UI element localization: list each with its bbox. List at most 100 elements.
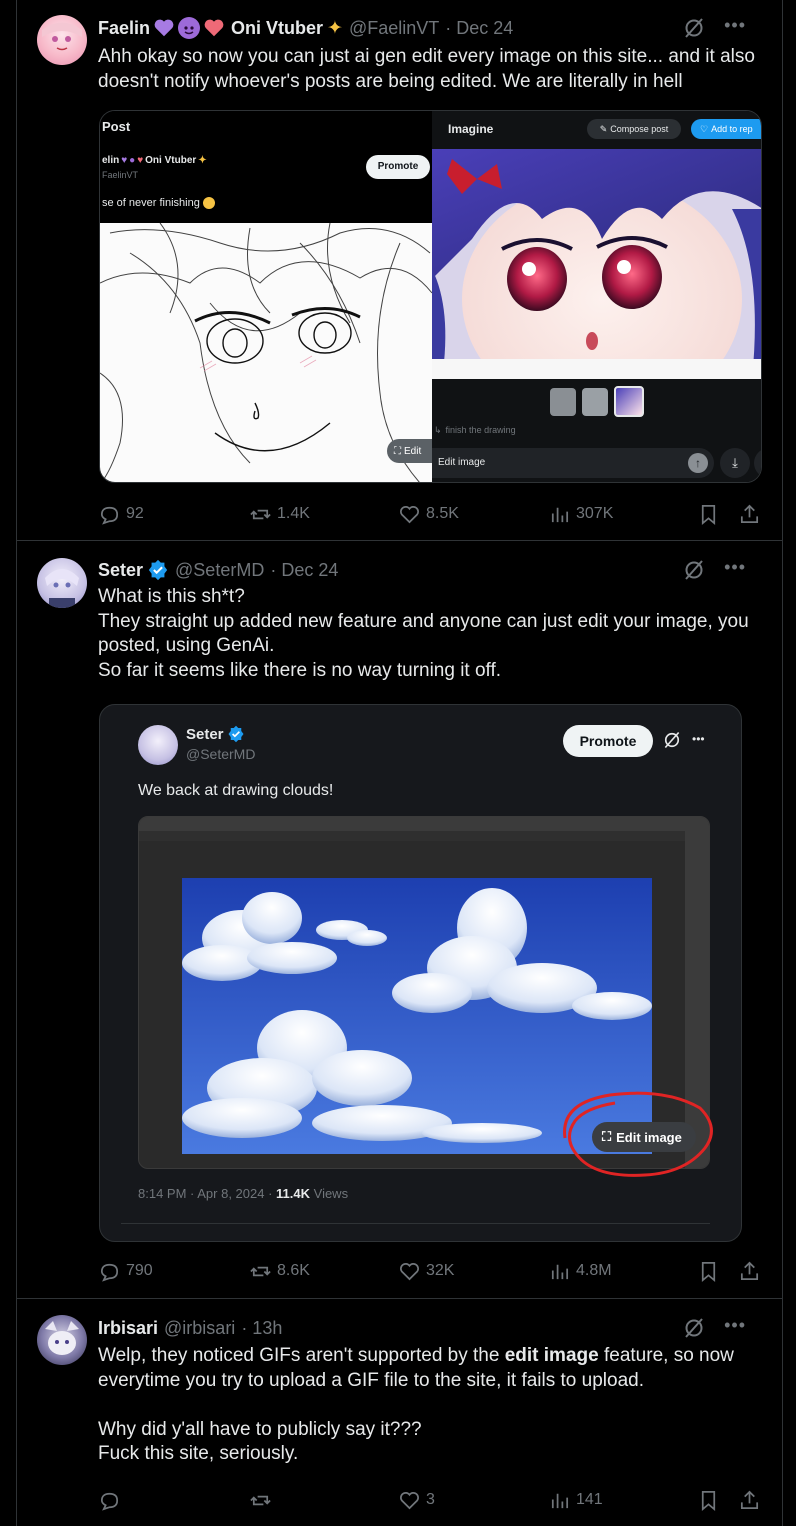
- grok-icon[interactable]: [682, 558, 706, 582]
- timeline-column: Faelin Oni Vtuber ✦ @FaelinVT · Dec 24 •…: [16, 0, 783, 1526]
- display-name[interactable]: Irbisari: [98, 1318, 158, 1339]
- verified-badge-icon: [148, 559, 168, 581]
- repost-button[interactable]: [249, 1487, 277, 1513]
- bookmark-button[interactable]: [697, 1258, 725, 1284]
- tweet-text: What is this sh*t? They straight up adde…: [98, 586, 749, 681]
- devil-face-icon: [178, 17, 201, 39]
- tweet-text: Ahh okay so now you can just ai gen edit…: [98, 46, 755, 92]
- display-name[interactable]: Seter: [98, 560, 143, 581]
- panel-handle: FaelinVT: [102, 170, 139, 180]
- reply-button[interactable]: 790: [98, 1258, 153, 1284]
- timestamp[interactable]: · Dec 24: [270, 560, 338, 581]
- reply-icon: [100, 506, 119, 525]
- panel-user: elin: [102, 155, 120, 166]
- more-options-icon[interactable]: •••: [724, 1316, 746, 1334]
- grok-icon[interactable]: [682, 1316, 706, 1340]
- sparkles-icon: ✦: [198, 155, 207, 166]
- reply-icon: ♡: [700, 123, 709, 134]
- like-button[interactable]: 8.5K: [398, 501, 459, 527]
- panel-user-suffix: Oni Vtuber: [145, 155, 197, 166]
- avatar[interactable]: [37, 15, 87, 65]
- repost-icon: [250, 1495, 271, 1505]
- tweet-media[interactable]: Post elin ♥ ● ♥ Oni Vtuber ✦ FaelinVT Pr…: [99, 110, 762, 483]
- reply-icon: ↳: [434, 425, 442, 435]
- quoted-name: Seter: [186, 725, 224, 743]
- red-circle-annotation: [563, 1091, 713, 1177]
- thumbnail-2[interactable]: [582, 388, 608, 416]
- quoted-tweet-image[interactable]: Seter @SeterMD Promote ••• We back at dr…: [99, 704, 742, 1242]
- compose-post-button[interactable]: ✎ Compose post: [587, 119, 681, 139]
- tweet-faelin[interactable]: Faelin Oni Vtuber ✦ @FaelinVT · Dec 24 •…: [17, 0, 782, 541]
- reply-icon: [100, 1263, 119, 1282]
- more-options-icon[interactable]: •••: [724, 16, 746, 34]
- bookmark-button[interactable]: [697, 501, 725, 527]
- sketch-image: [100, 223, 432, 482]
- views-button[interactable]: 4.8M: [548, 1258, 612, 1284]
- repost-icon: [250, 1266, 271, 1276]
- tweet-irbisari[interactable]: Irbisari @irbisari · 13h ••• Welp, they …: [17, 1299, 782, 1526]
- red-heart-icon: [203, 17, 225, 39]
- thumbnail-3[interactable]: [614, 386, 644, 417]
- purple-heart-icon: ♥: [121, 155, 128, 166]
- like-button[interactable]: 32K: [398, 1258, 454, 1284]
- quoted-text: We back at drawing clouds!: [138, 782, 334, 799]
- quoted-avatar: [138, 725, 178, 765]
- bookmark-icon: [701, 1261, 716, 1282]
- avatar[interactable]: [37, 1315, 87, 1365]
- share-icon: [740, 1261, 759, 1280]
- share-button[interactable]: [738, 1487, 766, 1513]
- promote-button[interactable]: Promote: [563, 725, 653, 757]
- views-button[interactable]: 307K: [548, 501, 613, 527]
- edit-image-button[interactable]: ⛶ Edit: [387, 439, 432, 463]
- bookmark-icon: [701, 1490, 716, 1511]
- quoted-views-label: Views: [310, 1186, 349, 1201]
- quoted-views-count: 11.4K: [276, 1186, 311, 1201]
- tweet-text: Welp, they noticed GIFs aren't supported…: [98, 1345, 734, 1464]
- timestamp[interactable]: · Dec 24: [445, 18, 513, 39]
- timestamp[interactable]: · 13h: [241, 1318, 282, 1339]
- bold-text: edit image: [504, 1345, 599, 1366]
- generated-image: [432, 149, 761, 379]
- more-options-icon[interactable]: •••: [692, 732, 705, 746]
- promote-button[interactable]: Promote: [366, 155, 430, 179]
- avatar[interactable]: [37, 558, 87, 608]
- edit-image-input[interactable]: Edit image ↑: [432, 448, 714, 478]
- verified-badge-icon: [228, 725, 244, 743]
- repost-icon: [250, 509, 271, 519]
- display-name[interactable]: Faelin: [98, 18, 150, 39]
- tweet-seter[interactable]: Seter @SeterMD · Dec 24 ••• What is this…: [17, 541, 782, 1299]
- handle[interactable]: @SeterMD: [175, 560, 264, 581]
- views-button[interactable]: 141: [548, 1487, 603, 1513]
- grok-icon[interactable]: [682, 16, 706, 40]
- compose-icon: ✎: [599, 123, 608, 134]
- share-button[interactable]: [738, 501, 766, 527]
- views-icon: [551, 1264, 569, 1279]
- bookmark-button[interactable]: [697, 1487, 725, 1513]
- download-icon[interactable]: ⤓: [720, 448, 750, 478]
- heart-icon: [400, 1262, 419, 1280]
- repost-button[interactable]: 8.6K: [249, 1258, 310, 1284]
- sparkles-icon: ✦: [327, 17, 343, 39]
- like-button[interactable]: 3: [398, 1487, 435, 1513]
- sweat-face-icon: [202, 197, 215, 209]
- repost-button[interactable]: 1.4K: [249, 501, 310, 527]
- reply-button[interactable]: 92: [98, 501, 144, 527]
- reply-button[interactable]: [98, 1487, 126, 1513]
- handle[interactable]: @FaelinVT: [349, 18, 439, 39]
- share-icon: [740, 504, 759, 523]
- add-to-reply-button[interactable]: ♡ Add to rep: [691, 119, 761, 139]
- handle[interactable]: @irbisari: [164, 1318, 235, 1339]
- submit-arrow-icon[interactable]: ↑: [688, 453, 708, 473]
- display-name-suffix[interactable]: Oni Vtuber: [231, 18, 323, 39]
- more-options-icon[interactable]: •••: [724, 558, 746, 576]
- grok-icon[interactable]: [662, 730, 682, 750]
- devil-face-icon: ●: [129, 155, 136, 166]
- purple-heart-icon: [153, 17, 175, 39]
- media-left-panel: Post elin ♥ ● ♥ Oni Vtuber ✦ FaelinVT Pr…: [100, 111, 432, 482]
- more-actions-button[interactable]: [754, 448, 761, 478]
- share-button[interactable]: [738, 1258, 766, 1284]
- panel-title: Post: [102, 119, 131, 134]
- thumbnail-1[interactable]: [550, 388, 576, 416]
- imagine-title: Imagine: [448, 122, 494, 136]
- views-icon: [551, 1493, 569, 1508]
